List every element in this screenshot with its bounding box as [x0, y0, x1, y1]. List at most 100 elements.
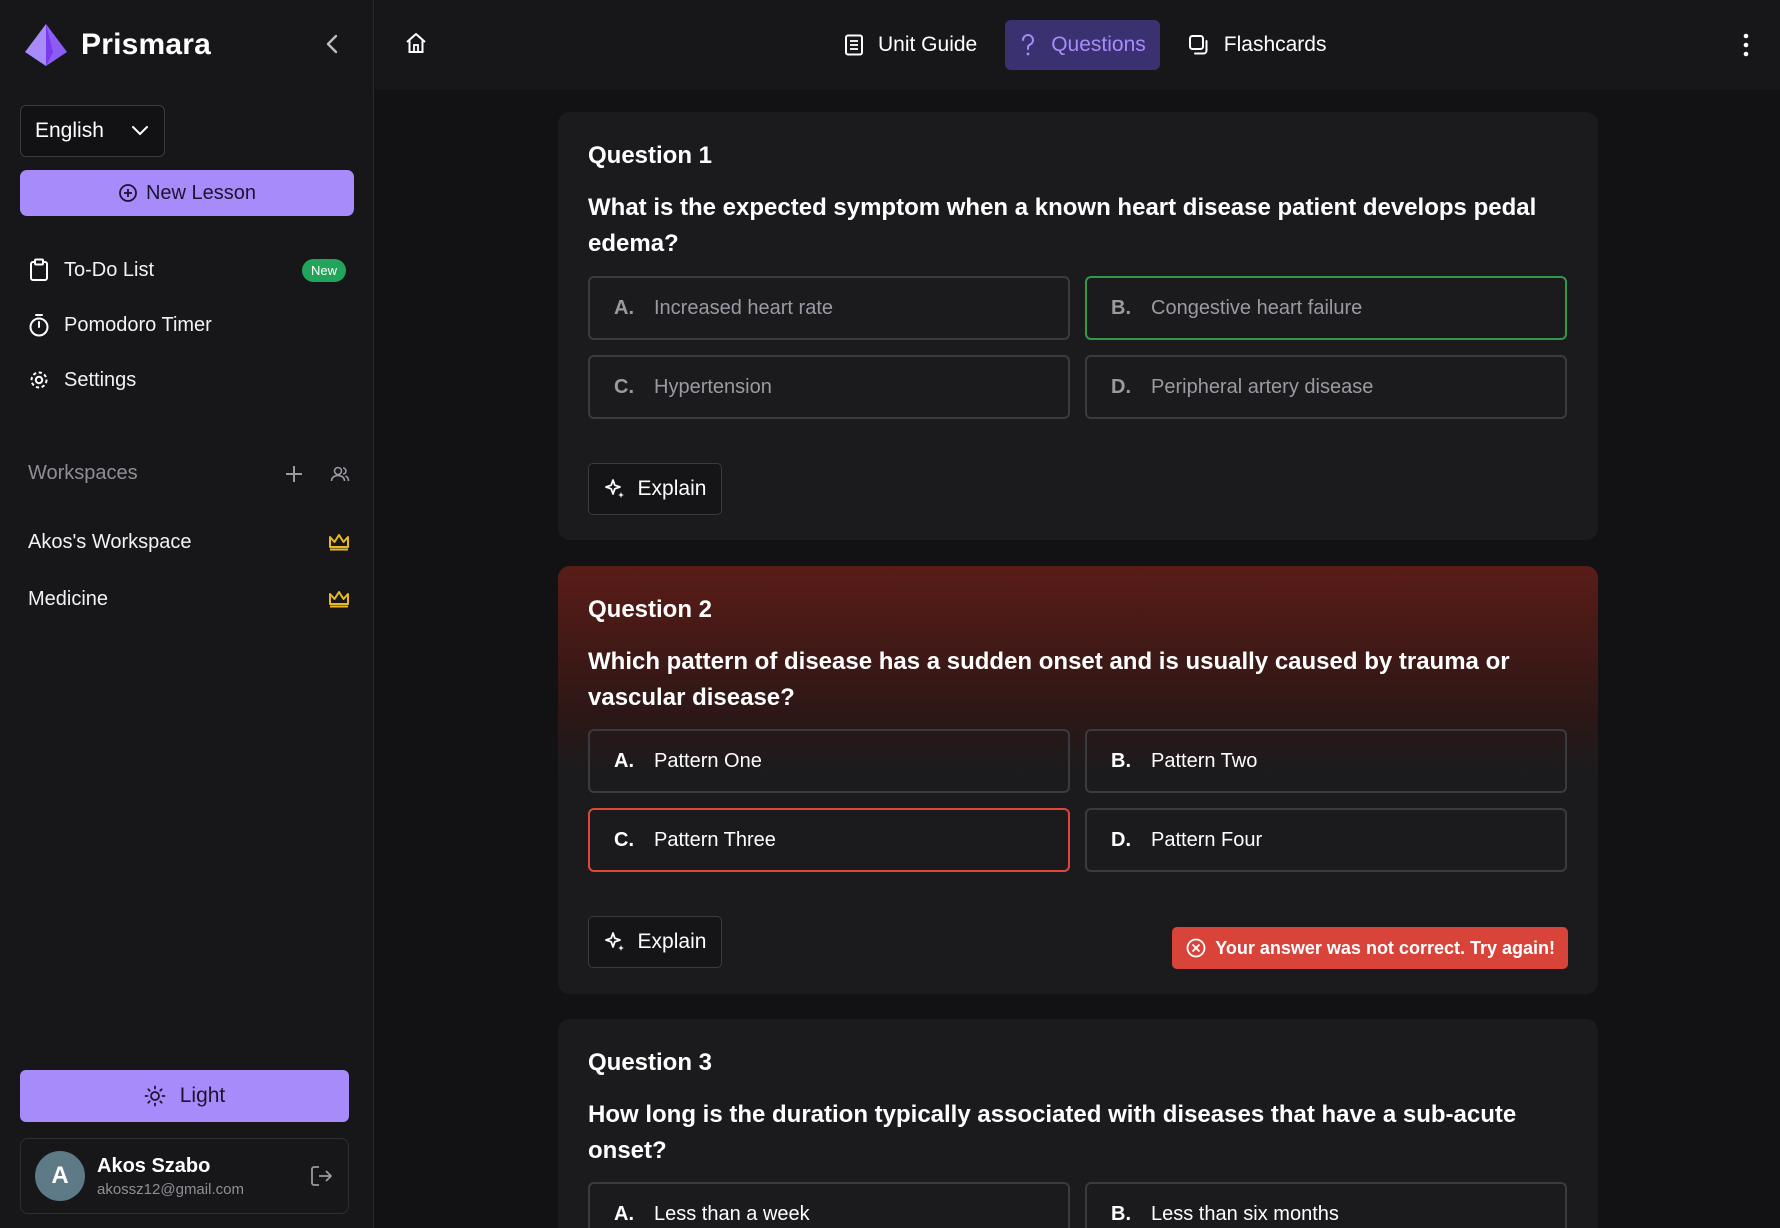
question-text: What is the expected symptom when a know…	[588, 194, 1537, 257]
option-letter: A.	[614, 296, 634, 319]
answer-feedback-error: Your answer was not correct. Try again!	[1172, 927, 1568, 969]
tab-label: Flashcards	[1223, 33, 1327, 56]
option-text: Increased heart rate	[654, 296, 833, 319]
answer-option-d[interactable]: D. Peripheral artery disease	[1085, 355, 1567, 419]
workspaces-header: Workspaces	[28, 462, 350, 485]
question-card: Question 3 How long is the duration typi…	[558, 1019, 1598, 1228]
gear-icon	[30, 371, 48, 389]
sidebar-item-label: Pomodoro Timer	[64, 313, 212, 336]
more-options-button[interactable]	[1742, 33, 1750, 62]
explain-button[interactable]: Explain	[588, 463, 722, 515]
chevron-down-icon	[132, 126, 148, 136]
new-badge: New	[301, 258, 346, 282]
option-letter: B.	[1111, 749, 1131, 772]
question-mark-icon	[1022, 34, 1035, 56]
new-lesson-button[interactable]: New Lesson	[20, 170, 354, 216]
crown-icon	[329, 534, 349, 551]
explain-label: Explain	[637, 930, 707, 953]
sidebar-item-todo[interactable]: To-Do List New	[28, 252, 346, 288]
workspaces-title: Workspaces	[28, 462, 138, 484]
home-button[interactable]	[405, 32, 427, 59]
avatar: A	[35, 1151, 85, 1201]
workspace-label: Akos's Workspace	[28, 530, 192, 553]
answer-option-d[interactable]: D. Pattern Four	[1085, 808, 1567, 872]
answer-option-a[interactable]: A. Increased heart rate	[588, 276, 1070, 340]
home-icon	[406, 33, 426, 53]
sidebar-item-pomodoro[interactable]: Pomodoro Timer	[28, 307, 346, 343]
document-icon	[845, 34, 863, 56]
option-letter: A.	[614, 749, 634, 772]
plus-circle-icon	[119, 184, 137, 202]
answer-option-b[interactable]: B. Congestive heart failure	[1085, 276, 1567, 340]
sparkles-icon	[604, 932, 624, 951]
theme-toggle-button[interactable]: Light	[20, 1070, 349, 1122]
answer-option-b[interactable]: B. Less than six months	[1085, 1182, 1567, 1228]
clipboard-icon	[30, 258, 48, 281]
sidebar-item-label: Settings	[64, 368, 137, 391]
question-number: Question 3	[588, 1049, 713, 1076]
option-letter: C.	[614, 375, 634, 398]
question-card: Question 2 Which pattern of disease has …	[558, 566, 1598, 994]
crown-icon	[329, 591, 349, 608]
answer-option-b[interactable]: B. Pattern Two	[1085, 729, 1567, 793]
language-select-value: English	[35, 119, 104, 142]
tab-bar: Unit Guide Questions Flashcards	[830, 20, 1340, 70]
option-letter: D.	[1111, 375, 1131, 398]
x-circle-icon	[1186, 938, 1206, 958]
workspace-label: Medicine	[28, 587, 109, 610]
users-icon[interactable]	[330, 465, 350, 483]
top-bar: Unit Guide Questions Flashcards	[375, 0, 1780, 90]
tab-label: Questions	[1051, 33, 1146, 56]
option-letter: B.	[1111, 296, 1131, 319]
brand-name: Prismara	[81, 28, 212, 61]
option-text: Congestive heart failure	[1151, 296, 1363, 319]
user-email: akossz12@gmail.com	[97, 1180, 244, 1198]
question-text: How long is the duration typically assoc…	[588, 1101, 1517, 1164]
option-letter: D.	[1111, 828, 1131, 851]
answer-option-a[interactable]: A. Less than a week	[588, 1182, 1070, 1228]
tab-questions[interactable]: Questions	[1005, 20, 1160, 70]
tab-label: Unit Guide	[878, 33, 978, 56]
sparkles-icon	[604, 479, 624, 498]
plus-icon[interactable]	[284, 464, 304, 484]
question-card: Question 1 What is the expected symptom …	[558, 112, 1598, 540]
option-letter: B.	[1111, 1202, 1131, 1225]
chevron-left-icon	[326, 34, 338, 54]
option-text: Less than six months	[1151, 1202, 1339, 1225]
sidebar-item-settings[interactable]: Settings	[28, 362, 346, 398]
workspace-item[interactable]: Akos's Workspace	[28, 524, 350, 560]
option-letter: A.	[614, 1202, 634, 1225]
language-select[interactable]: English	[20, 105, 165, 157]
logout-icon[interactable]	[310, 1165, 334, 1187]
tab-flashcards[interactable]: Flashcards	[1174, 20, 1341, 70]
option-text: Peripheral artery disease	[1151, 375, 1374, 398]
sidebar: Prismara English New Lesson To-Do List N…	[0, 0, 374, 1228]
sun-icon	[144, 1085, 166, 1107]
new-lesson-label: New Lesson	[145, 181, 257, 204]
answer-option-c[interactable]: C. Pattern Three	[588, 808, 1070, 872]
theme-label: Light	[179, 1084, 226, 1107]
option-text: Pattern Four	[1151, 828, 1263, 851]
more-vertical-icon	[1743, 33, 1749, 57]
option-text: Pattern Three	[654, 828, 776, 851]
timer-icon	[29, 314, 49, 337]
explain-button[interactable]: Explain	[588, 916, 722, 968]
user-card: A Akos Szabo akossz12@gmail.com	[20, 1138, 349, 1214]
brand[interactable]: Prismara	[23, 22, 211, 68]
flashcards-icon	[1188, 35, 1208, 55]
collapse-sidebar-button[interactable]	[318, 30, 346, 58]
option-letter: C.	[614, 828, 634, 851]
user-name: Akos Szabo	[97, 1154, 211, 1177]
option-text: Less than a week	[654, 1202, 810, 1225]
option-text: Pattern One	[654, 749, 762, 772]
tab-unit-guide[interactable]: Unit Guide	[830, 20, 991, 70]
question-text: Which pattern of disease has a sudden on…	[588, 648, 1510, 711]
feedback-text: Your answer was not correct. Try again!	[1215, 937, 1555, 958]
option-text: Hypertension	[654, 375, 772, 398]
question-number: Question 1	[588, 142, 713, 169]
answer-option-a[interactable]: A. Pattern One	[588, 729, 1070, 793]
sidebar-item-label: To-Do List	[64, 258, 155, 281]
workspace-item[interactable]: Medicine	[28, 581, 350, 617]
answer-option-c[interactable]: C. Hypertension	[588, 355, 1070, 419]
option-text: Pattern Two	[1151, 749, 1258, 772]
